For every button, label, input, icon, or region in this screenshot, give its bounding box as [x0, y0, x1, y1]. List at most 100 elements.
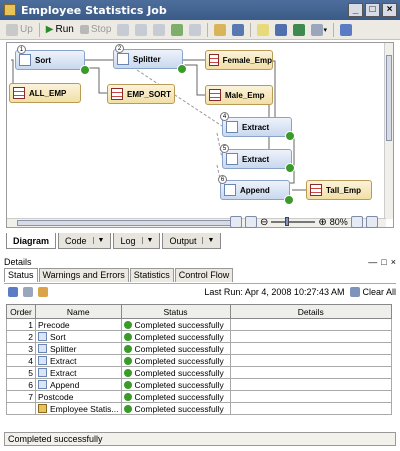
name-cell: Precode: [35, 318, 122, 331]
extract-icon: [226, 121, 238, 133]
select-tool-icon[interactable]: [230, 216, 242, 228]
print-icon[interactable]: [38, 286, 48, 297]
tab-output[interactable]: Output ▼: [162, 233, 222, 249]
order-cell: 4: [6, 354, 36, 367]
debug-button[interactable]: [169, 22, 185, 38]
zoom-slider[interactable]: [271, 217, 316, 226]
step-number: 2: [115, 44, 124, 53]
list-view-icon[interactable]: [23, 286, 33, 297]
layout-button[interactable]: [291, 22, 307, 38]
save-button[interactable]: [230, 22, 246, 38]
restore-panel-icon[interactable]: □: [381, 257, 386, 267]
status-cell: Completed successfully: [120, 354, 231, 367]
node-all-emp[interactable]: ALL_EMP: [9, 83, 81, 103]
name-cell: Sort: [35, 330, 122, 343]
node-extract[interactable]: Extract: [222, 117, 292, 137]
node-emp-sort[interactable]: EMP_SORT: [107, 84, 175, 104]
pan-tool-icon[interactable]: [245, 216, 257, 228]
name-cell: Extract: [35, 354, 122, 367]
chevron-down-icon[interactable]: ▼: [92, 237, 104, 244]
node-female-emp[interactable]: Female_Emp: [205, 50, 273, 70]
tab-diagram[interactable]: Diagram: [6, 233, 57, 249]
node-tall-emp[interactable]: Tall_Emp: [306, 180, 372, 200]
table-row[interactable]: 4 Extract Completed successfully: [6, 354, 393, 367]
sort-icon: [19, 54, 31, 66]
column-header-status[interactable]: Status: [120, 304, 231, 319]
table-row[interactable]: 5 Extract Completed successfully: [6, 366, 393, 379]
properties-button[interactable]: [212, 22, 228, 38]
details-panel-header: Details — □ ×: [4, 255, 396, 268]
run-button[interactable]: ▶ Run: [44, 22, 76, 38]
node-extract[interactable]: Extract: [222, 149, 292, 169]
table-row[interactable]: 6 Append Completed successfully: [6, 378, 393, 391]
notes-icon: [257, 23, 270, 36]
scrollbar-thumb[interactable]: [17, 220, 237, 226]
tab-status[interactable]: Status: [4, 268, 38, 282]
fit-to-window-icon[interactable]: [350, 216, 363, 228]
scrollbar-thumb[interactable]: [386, 55, 392, 141]
node-male-emp[interactable]: Male_Emp: [205, 85, 273, 105]
details-cell: [229, 342, 393, 355]
chevron-down-icon[interactable]: ▼: [141, 237, 153, 244]
minimize-button[interactable]: _: [348, 3, 363, 17]
close-panel-icon[interactable]: ×: [391, 257, 396, 267]
close-button[interactable]: ×: [382, 3, 397, 17]
table-view-icon[interactable]: [8, 286, 18, 297]
column-header-order[interactable]: Order: [6, 304, 36, 319]
step-into-button[interactable]: [133, 22, 149, 38]
minimize-panel-icon[interactable]: —: [368, 257, 377, 267]
maximize-button[interactable]: □: [365, 3, 380, 17]
node-append[interactable]: Append: [220, 180, 290, 200]
save-icon: [232, 23, 245, 36]
toolbar-separator: [38, 22, 40, 37]
up-icon: [6, 23, 18, 36]
chevron-down-icon[interactable]: ▼: [202, 237, 214, 244]
table-row[interactable]: 3 Splitter Completed successfully: [6, 342, 393, 355]
table-button[interactable]: [273, 22, 289, 38]
up-button[interactable]: Up: [4, 22, 35, 38]
tab-control-flow[interactable]: Control Flow: [174, 268, 234, 282]
node-sort[interactable]: Sort: [15, 50, 85, 70]
step-number: 4: [220, 112, 229, 121]
column-header-name[interactable]: Name: [35, 304, 122, 319]
details-toolbar: Last Run: Apr 4, 2008 10:27:43 AM Clear …: [4, 283, 396, 299]
clear-all-button[interactable]: Clear All: [350, 286, 396, 297]
grid-button[interactable]: [338, 22, 354, 38]
node-splitter[interactable]: Splitter: [113, 49, 183, 69]
table-icon: [111, 88, 123, 100]
vertical-scrollbar[interactable]: [384, 43, 393, 219]
tab-warnings-errors[interactable]: Warnings and Errors: [38, 268, 129, 282]
status-cell: Completed successfully: [120, 402, 231, 415]
tab-log[interactable]: Log ▼: [113, 233, 161, 249]
success-check-icon: [123, 380, 132, 389]
step-button[interactable]: [115, 22, 131, 38]
table-icon: [209, 89, 221, 101]
overview-icon[interactable]: [365, 216, 378, 228]
zoom-in-icon[interactable]: ⊕: [318, 217, 326, 228]
zoom-controls: ⊖ ⊕ 80%: [230, 215, 378, 229]
table-row[interactable]: Employee Statis... Completed successfull…: [6, 402, 393, 415]
zoom-slider-handle[interactable]: [285, 217, 290, 226]
column-header-details[interactable]: Details: [229, 304, 393, 319]
table-row[interactable]: 1 Precode Completed successfully: [6, 318, 393, 331]
name-cell: Splitter: [35, 342, 122, 355]
tab-code[interactable]: Code ▼: [58, 233, 112, 249]
order-cell: 1: [6, 318, 36, 331]
tab-statistics[interactable]: Statistics: [129, 268, 174, 282]
validate-button[interactable]: [187, 22, 203, 38]
process-flow-canvas[interactable]: Sort 1 Splitter 2 Female_Emp ALL_EMP EMP…: [6, 42, 394, 228]
last-run-text: Last Run: Apr 4, 2008 10:27:43 AM: [204, 286, 345, 297]
zoom-out-icon[interactable]: ⊖: [260, 217, 268, 228]
breakpoint-button[interactable]: [151, 22, 167, 38]
details-toolbar-right: Last Run: Apr 4, 2008 10:27:43 AM Clear …: [204, 286, 396, 297]
order-cell: 7: [6, 390, 36, 403]
success-check-icon: [123, 344, 132, 353]
details-cell: [229, 402, 393, 415]
table-row[interactable]: 7 Postcode Completed successfully: [6, 390, 393, 403]
clear-icon: [350, 286, 361, 297]
table-icon: [13, 87, 25, 99]
layout-options-button[interactable]: ▾: [309, 22, 329, 38]
stop-button[interactable]: Stop: [78, 22, 114, 38]
notes-button[interactable]: [255, 22, 271, 38]
table-row[interactable]: 2 Sort Completed successfully: [6, 330, 393, 343]
